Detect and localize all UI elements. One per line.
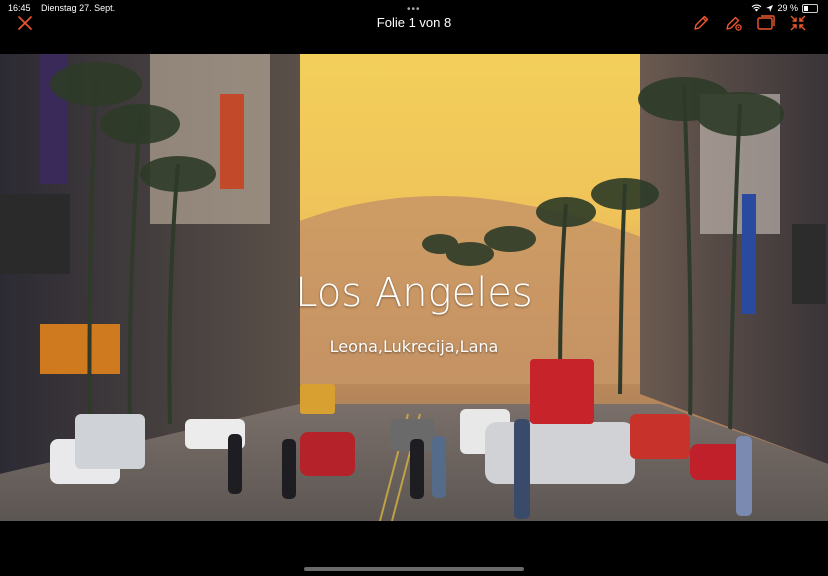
slide-canvas[interactable]: Los Angeles Leona,Lukrecija,Lana xyxy=(0,54,828,521)
slide-title: Los Angeles xyxy=(295,270,533,316)
slides-button[interactable] xyxy=(754,12,778,34)
collapse-button[interactable] xyxy=(786,12,810,34)
wifi-icon xyxy=(752,4,762,12)
pen-settings-button[interactable] xyxy=(722,12,746,34)
home-indicator[interactable] xyxy=(304,567,524,571)
slides-icon xyxy=(757,15,775,30)
pen-settings-icon xyxy=(726,16,742,31)
slide-subtitle: Leona,Lukrecija,Lana xyxy=(329,337,499,356)
location-icon xyxy=(766,4,774,12)
collapse-icon xyxy=(790,15,806,31)
pen-button[interactable] xyxy=(689,12,713,34)
pen-icon xyxy=(694,15,709,30)
toolbar: Folie 1 von 8 xyxy=(0,12,828,42)
